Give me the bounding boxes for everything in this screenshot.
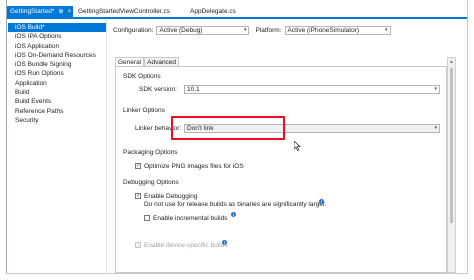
general-panel: SDK Options SDK version: 10.1 ▾ Linker O… (115, 66, 447, 273)
sdk-version-select[interactable]: 10.1 ▾ (184, 85, 440, 94)
sidebar-item-application[interactable]: Application (8, 79, 106, 88)
sidebar-item-build[interactable]: Build (8, 88, 106, 97)
sidebar-item-build-events[interactable]: Build Events (8, 97, 106, 106)
sdk-version-label: SDK version: (139, 86, 177, 93)
mouse-cursor-icon (294, 141, 301, 151)
sidebar-item-ios-run-options[interactable]: iOS Run Options (8, 69, 106, 78)
enable-debugging-label: Enable Debugging (144, 193, 198, 200)
sidebar-item-ios-application[interactable]: iOS Application (8, 42, 106, 51)
optimize-png-label: Optimize PNG images files for iOS (144, 163, 244, 170)
platform-select[interactable]: Active (iPhoneSimulator) ▾ (284, 26, 391, 35)
scroll-up-icon[interactable]: ▲ (449, 59, 454, 65)
document-tab-bar: GettingStarted* ⊕ × GettingStartedViewCo… (7, 6, 467, 17)
sidebar-item-reference-paths[interactable]: Reference Paths (8, 107, 106, 116)
options-content: Configuration: Active (Debug) ▾ Platform… (109, 19, 465, 273)
sidebar-item-ios-build[interactable]: iOS Build* (8, 23, 106, 33)
sidebar-item-security[interactable]: Security (8, 116, 106, 125)
linker-options-heading: Linker Options (123, 107, 165, 114)
packaging-options-heading: Packaging Options (123, 149, 178, 156)
tab-advanced[interactable]: Advanced (144, 57, 180, 66)
tab-label: GettingStartedViewController.cs (78, 8, 171, 15)
chevron-down-icon: ▾ (243, 27, 247, 33)
options-sidebar: iOS Build* iOS IPA Options iOS Applicati… (8, 19, 107, 273)
pin-icon[interactable]: ⊕ (58, 8, 63, 15)
tab-gettingstartedviewcontroller[interactable]: GettingStartedViewController.cs (75, 6, 173, 17)
configuration-row: Configuration: Active (Debug) ▾ Platform… (113, 26, 391, 35)
info-icon[interactable]: i (231, 212, 236, 217)
device-specific-builds-label: Enable device-specific builds (144, 242, 228, 249)
tab-appdelegate[interactable]: AppDelegate.cs (187, 6, 239, 17)
platform-label: Platform: (255, 27, 282, 34)
debugging-options-heading: Debugging Options (123, 179, 179, 186)
incremental-builds-label: Enable incremental builds (153, 215, 228, 222)
close-icon[interactable]: × (68, 8, 72, 15)
sidebar-item-ios-ipa-options[interactable]: iOS IPA Options (8, 32, 106, 41)
device-specific-builds-checkbox (135, 242, 141, 248)
info-icon[interactable]: i (222, 240, 227, 245)
tab-gettingstarted[interactable]: GettingStarted* ⊕ × (7, 6, 73, 17)
enable-debugging-note: Do not use for release builds as binarie… (144, 201, 327, 208)
configuration-label: Configuration: (113, 27, 154, 34)
sdk-options-heading: SDK Options (123, 73, 161, 80)
chevron-down-icon: ▾ (434, 86, 437, 92)
chevron-down-icon: ▾ (434, 125, 437, 131)
configuration-value: Active (Debug) (159, 27, 203, 34)
info-icon[interactable]: i (319, 199, 324, 204)
chevron-down-icon: ▾ (384, 27, 388, 33)
tab-label: GettingStarted* (10, 8, 55, 15)
optimize-png-checkbox[interactable]: ✓ (135, 163, 141, 169)
configuration-select[interactable]: Active (Debug) ▾ (156, 26, 250, 35)
incremental-builds-checkbox[interactable] (144, 215, 150, 221)
subtab-bar: General Advanced (115, 57, 180, 66)
enable-debugging-checkbox[interactable]: ✓ (135, 193, 141, 199)
vertical-scrollbar[interactable]: ▲ (447, 57, 456, 273)
sidebar-item-ios-bundle-signing[interactable]: iOS Bundle Signing (8, 60, 106, 69)
platform-value: Active (iPhoneSimulator) (287, 27, 360, 34)
scrollbar-thumb[interactable] (450, 68, 453, 223)
tab-general[interactable]: General (115, 57, 145, 66)
sdk-version-value: 10.1 (187, 86, 200, 93)
sidebar-item-ios-on-demand-resources[interactable]: iOS On-Demand Resources (8, 51, 106, 60)
highlight-box (171, 116, 285, 140)
tab-label: AppDelegate.cs (190, 8, 236, 15)
